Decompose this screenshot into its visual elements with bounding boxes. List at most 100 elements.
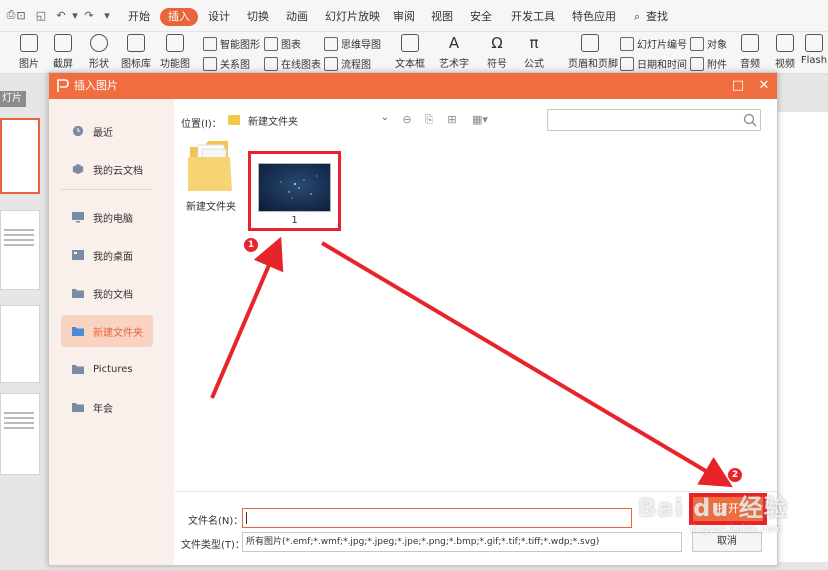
tab-animation[interactable]: 动画 xyxy=(286,8,308,26)
slide-thumbnail[interactable] xyxy=(0,305,40,383)
header-footer-icon xyxy=(581,34,599,52)
shape-icon xyxy=(90,34,108,52)
search-input[interactable] xyxy=(547,109,761,131)
symbol-tool[interactable]: Ω 符号 xyxy=(480,34,514,70)
filename-label: 文件名(N)： xyxy=(188,516,244,527)
tab-find[interactable]: 查找 xyxy=(646,8,668,26)
maximize-icon[interactable]: □ xyxy=(729,77,747,95)
icon-library-tool[interactable]: 图标库 xyxy=(119,34,153,70)
flowchart-icon xyxy=(324,56,338,71)
tab-review[interactable]: 审阅 xyxy=(393,8,415,26)
file-name: 新建文件夹 xyxy=(186,202,236,213)
flash-tool[interactable]: Flash xyxy=(800,34,828,66)
location-label: 位置(I)： xyxy=(181,119,222,130)
undo-icon[interactable]: ↶ xyxy=(54,8,68,22)
chevron-down-icon[interactable]: ⌄ xyxy=(381,112,389,123)
shape-tool[interactable]: 形状 xyxy=(82,34,116,70)
tab-transitions[interactable]: 切换 xyxy=(247,8,269,26)
omega-icon: Ω xyxy=(491,34,503,52)
baidu-watermark: Bai du 经验 xyxy=(638,494,789,522)
tab-design[interactable]: 设计 xyxy=(208,8,230,26)
folder-icon xyxy=(228,115,240,125)
customize-dropdown-icon[interactable]: ▾ xyxy=(100,8,114,22)
back-icon[interactable]: ⊖ xyxy=(400,113,414,127)
dialog-title: 插入图片 xyxy=(74,79,118,92)
screenshot-icon xyxy=(54,34,72,52)
tab-security[interactable]: 安全 xyxy=(470,8,492,26)
dialog-sidebar: 最近 我的云文档 我的电脑 我的桌面 我的文档 新建文件夹 Pictures 年… xyxy=(49,99,174,565)
function-chart-tool[interactable]: 功能图 xyxy=(158,34,192,70)
tab-slideshow[interactable]: 幻灯片放映 xyxy=(325,8,380,26)
filename-input[interactable] xyxy=(242,508,632,528)
search-icon[interactable] xyxy=(743,113,757,127)
attachment-tool[interactable]: 附件 xyxy=(690,56,727,71)
desktop-icon xyxy=(72,250,84,260)
filetype-label: 文件类型(T)： xyxy=(181,540,245,551)
text-box-tool[interactable]: 文本框 xyxy=(393,34,427,70)
menu-bar: ⎙ ⊡ ◱ ↶ ▾ ↷ ▾ 开始 插入 设计 切换 动画 幻灯片放映 审阅 视图… xyxy=(0,0,828,32)
slide-number-icon xyxy=(620,36,634,51)
word-art-tool[interactable]: A 艺术字 xyxy=(437,34,471,70)
header-footer-tool[interactable]: 页眉和页脚 xyxy=(568,34,618,70)
flowchart-tool[interactable]: 流程图 xyxy=(324,56,371,71)
slide-thumbnail[interactable] xyxy=(0,393,40,475)
mind-map-tool[interactable]: 思维导图 xyxy=(324,36,381,51)
object-tool[interactable]: 对象 xyxy=(690,36,727,51)
tab-insert[interactable]: 插入 xyxy=(160,8,198,26)
picture-tool[interactable]: 图片 xyxy=(12,34,46,70)
sidebar-item-new-folder[interactable]: 新建文件夹 xyxy=(61,315,153,347)
undo-dropdown-icon[interactable]: ▾ xyxy=(68,8,82,22)
speaker-icon xyxy=(741,34,759,52)
sidebar-item-annual-meeting[interactable]: 年会 xyxy=(61,391,153,423)
sidebar-item-computer[interactable]: 我的电脑 xyxy=(61,201,153,233)
cancel-button[interactable]: 取消 xyxy=(692,532,762,552)
watermark-url: jingyan.baidu.com xyxy=(690,524,783,535)
word-art-icon: A xyxy=(448,34,460,52)
location-select[interactable]: 新建文件夹 ⌄ xyxy=(225,109,393,131)
relation-chart-tool[interactable]: 关系图 xyxy=(203,56,250,71)
audio-tool[interactable]: 音频 xyxy=(733,34,767,70)
computer-icon xyxy=(72,212,84,223)
tab-special[interactable]: 特色应用 xyxy=(572,8,616,26)
picture-icon xyxy=(20,34,38,52)
sidebar-item-recent[interactable]: 最近 xyxy=(61,115,153,147)
folder-icon xyxy=(72,365,84,374)
object-icon xyxy=(690,36,704,51)
tab-view[interactable]: 视图 xyxy=(431,8,453,26)
up-folder-icon[interactable]: ⎘ xyxy=(422,113,436,127)
image-thumbnail[interactable] xyxy=(258,163,331,212)
online-chart-tool[interactable]: 在线图表 xyxy=(264,56,321,71)
file-item-folder[interactable]: 新建文件夹 xyxy=(179,135,243,213)
smart-art-tool[interactable]: 智能图形 xyxy=(203,36,260,51)
date-time-tool[interactable]: 日期和时间 xyxy=(620,56,687,71)
slide-number-tool[interactable]: 幻灯片编号 xyxy=(620,36,687,51)
tab-home[interactable]: 开始 xyxy=(128,8,150,26)
sidebar-item-cloud[interactable]: 我的云文档 xyxy=(61,153,153,185)
video-icon xyxy=(776,34,794,52)
relation-chart-icon xyxy=(203,56,217,71)
formula-tool[interactable]: π 公式 xyxy=(517,34,551,70)
slide-thumbnail[interactable] xyxy=(0,118,40,194)
close-icon[interactable]: ✕ xyxy=(755,77,773,95)
chart-tool[interactable]: 图表 xyxy=(264,36,301,51)
redo-icon[interactable]: ↷ xyxy=(82,8,96,22)
sidebar-item-documents[interactable]: 我的文档 xyxy=(61,277,153,309)
new-folder-icon[interactable]: ⊞ xyxy=(445,113,459,127)
filetype-select[interactable]: 所有图片(*.emf;*.wmf;*.jpg;*.jpeg;*.jpe;*.pn… xyxy=(242,532,682,552)
tab-developer[interactable]: 开发工具 xyxy=(511,8,555,26)
text-box-icon xyxy=(401,34,419,52)
view-mode-icon[interactable]: ▦▾ xyxy=(469,113,491,127)
mind-map-icon xyxy=(324,36,338,51)
slide-thumbnail[interactable] xyxy=(0,210,40,290)
screenshot-tool[interactable]: 截屏 xyxy=(46,34,80,70)
preview-icon[interactable]: ◱ xyxy=(34,8,48,22)
dialog-title-bar[interactable]: 插入图片 □ ✕ xyxy=(49,73,777,99)
sidebar-item-desktop[interactable]: 我的桌面 xyxy=(61,239,153,271)
print-preview-icon[interactable]: ⊡ xyxy=(14,8,28,22)
sidebar-item-pictures[interactable]: Pictures xyxy=(61,353,153,385)
wps-logo-icon xyxy=(57,79,69,92)
search-icon[interactable]: ⌕ xyxy=(634,8,640,26)
folder-icon xyxy=(188,141,232,191)
slide-panel-tab[interactable]: 灯片 xyxy=(0,91,26,107)
video-tool[interactable]: 视频 xyxy=(768,34,802,70)
